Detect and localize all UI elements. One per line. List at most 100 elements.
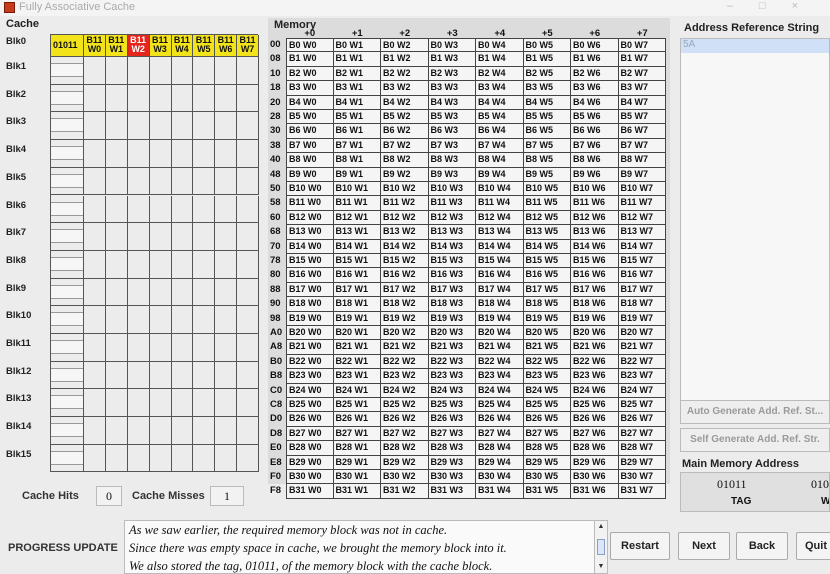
memory-row-address: F8 <box>270 485 282 497</box>
cache-block-label: Blk9 <box>6 282 27 294</box>
memory-cell: B14 W1 <box>333 239 381 254</box>
memory-cell: B27 W4 <box>476 426 524 442</box>
next-button[interactable]: Next <box>678 532 730 560</box>
memory-cell: B12 W0 <box>286 210 334 226</box>
memory-cell: B7 W3 <box>428 138 476 154</box>
memory-cell: B3 W5 <box>523 81 571 96</box>
memory-cell: B1 W5 <box>523 52 571 67</box>
restart-button[interactable]: Restart <box>610 532 670 560</box>
cache-tag-cell <box>51 223 84 250</box>
cache-word-cell: B11 W3 <box>149 35 172 56</box>
memory-cell: B9 W4 <box>476 167 524 182</box>
memory-cell: B23 W2 <box>381 369 429 384</box>
memory-cell: B28 W4 <box>476 441 524 456</box>
memory-cell: B8 W4 <box>476 153 524 168</box>
cache-tag-cell <box>51 306 84 333</box>
memory-cell: B20 W3 <box>428 326 476 341</box>
memory-cell: B17 W4 <box>476 282 524 298</box>
memory-cell: B8 W1 <box>333 153 381 168</box>
cache-word-cell <box>106 195 128 223</box>
cache-grid: 01011 B11 W0 B11 W1 B11 W2 B11 W3 B11 W4 B11 W… <box>50 34 259 473</box>
memory-cell: B24 W1 <box>333 383 381 398</box>
cache-word-cell <box>237 140 259 167</box>
cache-block-label: Blk0 <box>6 36 27 47</box>
cache-tag-cell <box>51 140 84 167</box>
cache-word-cell <box>172 140 194 167</box>
memory-cell: B16 W3 <box>428 268 476 283</box>
memory-cell: B19 W6 <box>571 311 619 326</box>
memory-row-address: 18 <box>270 82 281 94</box>
cache-word-text: B11 W7 <box>239 35 256 54</box>
cache-word-text: B11 W2 <box>130 35 147 54</box>
memory-cell: B6 W4 <box>476 124 524 139</box>
memory-cell: B29 W4 <box>476 455 524 470</box>
cache-block-label: Blk14 <box>6 421 32 433</box>
back-button[interactable]: Back <box>736 532 788 560</box>
memory-cell: B25 W4 <box>476 398 524 413</box>
cache-block-row <box>51 417 259 445</box>
memory-cell: B12 W4 <box>476 210 524 226</box>
memory-row: 68 B13 W0 B13 W1 B13 W2 B13 W3 B13 W4 B13 W5 B1… <box>268 225 670 240</box>
memory-cell: B31 W3 <box>428 484 476 499</box>
memory-cell: B2 W7 <box>618 66 666 82</box>
memory-cell: B29 W0 <box>286 455 334 470</box>
progress-scrollbar[interactable]: ▲ ▼ <box>594 520 608 574</box>
quit-button[interactable]: Quit <box>796 532 830 560</box>
cache-word-cell <box>215 361 238 389</box>
cache-word-cell <box>237 334 259 361</box>
memory-cell: B17 W5 <box>523 282 571 298</box>
memory-cell: B24 W5 <box>523 383 571 398</box>
memory-row-address: 08 <box>270 53 281 65</box>
cache-block-row <box>51 195 259 224</box>
memory-cell: B19 W5 <box>523 311 571 326</box>
cache-word-cell <box>84 306 106 333</box>
memory-row: 80 B16 W0 B16 W1 B16 W2 B16 W3 B16 W4 B16 W5 B1… <box>268 268 670 283</box>
memory-cell: B15 W4 <box>476 254 524 269</box>
memory-cell: B26 W3 <box>428 412 476 427</box>
auto-generate-button[interactable]: Auto Generate Add. Ref. St... <box>680 400 830 424</box>
cache-word-cell <box>150 112 172 140</box>
memory-cell: B3 W0 <box>286 81 334 96</box>
memory-cell: B22 W3 <box>428 354 476 370</box>
scroll-down-icon[interactable]: ▼ <box>597 563 605 571</box>
window-controls[interactable]: –□× <box>727 0 824 12</box>
memory-row-address: 00 <box>270 39 281 50</box>
cache-tag-cell: 01011 <box>51 35 84 56</box>
cache-block-row <box>51 223 259 251</box>
cache-block-label: Blk12 <box>6 365 32 377</box>
cache-word-cell <box>193 306 216 333</box>
cache-word-cell <box>215 389 238 417</box>
cache-word-cell <box>128 278 150 306</box>
address-ref-item[interactable]: 5A <box>681 39 829 53</box>
memory-cell: B2 W2 <box>381 66 429 82</box>
cache-block-label: Blk10 <box>6 310 32 322</box>
self-generate-button[interactable]: Self Generate Add. Ref. Str. <box>680 428 830 452</box>
cache-word-cell <box>237 195 259 223</box>
memory-row-address: C0 <box>270 384 283 396</box>
cache-word-cell <box>193 140 216 167</box>
cache-word-cell <box>106 250 128 278</box>
cache-word-cell <box>172 444 194 472</box>
cache-word-cell <box>150 140 172 167</box>
cache-block-row <box>51 140 259 168</box>
scroll-up-icon[interactable]: ▲ <box>597 523 605 531</box>
memory-cell: B22 W2 <box>381 354 429 370</box>
cache-word-cell: B11 W5 <box>193 35 216 56</box>
cache-word-cell <box>215 84 238 112</box>
memory-cell: B4 W2 <box>381 95 429 110</box>
memory-cell: B8 W6 <box>571 153 619 168</box>
memory-cell: B31 W0 <box>286 484 334 499</box>
main-memory-address-box: 01011 010 TAG W <box>680 472 830 512</box>
memory-row-address: 48 <box>270 168 281 180</box>
memory-row: 90 B18 W0 B18 W1 B18 W2 B18 W3 B18 W4 B18 W5 B1… <box>268 297 670 312</box>
memory-cell: B21 W5 <box>523 340 571 355</box>
address-ref-list[interactable]: 5A <box>680 38 830 410</box>
memory-cell: B30 W6 <box>571 470 619 485</box>
memory-row: E0 B28 W0 B28 W1 B28 W2 B28 W3 B28 W4 B28 W5 B2… <box>268 441 670 456</box>
cache-word-cell <box>237 278 259 306</box>
memory-row: 28 B5 W0 B5 W1 B5 W2 B5 W3 B5 W4 B5 W5 B5 W6 B5 … <box>268 110 670 125</box>
memory-cell: B7 W7 <box>618 138 666 154</box>
memory-row: F8 B31 W0 B31 W1 B31 W2 B31 W3 B31 W4 B31 W5 B3… <box>268 484 670 499</box>
cache-word-text: B11 W3 <box>152 35 169 54</box>
scroll-thumb[interactable] <box>597 539 605 555</box>
